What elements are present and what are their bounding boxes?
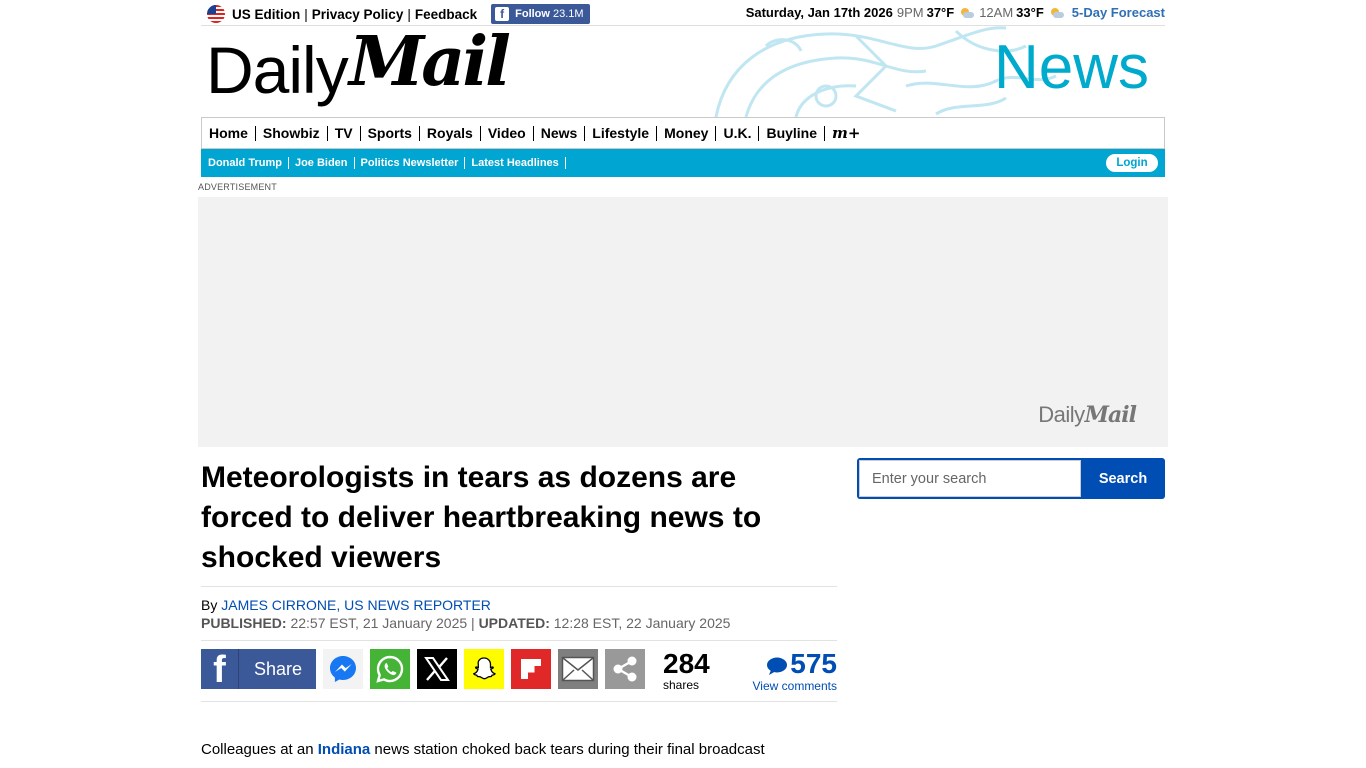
weather-icon [959, 7, 975, 19]
comments-link[interactable]: 575 View comments [752, 648, 837, 694]
nav-item-money[interactable]: Money [657, 125, 717, 141]
share-count: 284 shares [663, 648, 710, 693]
follow-count: 23.1M [552, 8, 584, 20]
privacy-policy-link[interactable]: Privacy Policy [312, 7, 404, 22]
nav-item-news[interactable]: News [534, 125, 586, 141]
comment-count: 575 [790, 648, 837, 679]
article-dates: PUBLISHED: 22:57 EST, 21 January 2025 | … [201, 615, 730, 631]
ad-logo: DailyMail [1038, 402, 1137, 428]
logo-daily[interactable]: Daily [206, 32, 349, 108]
messenger-share-button[interactable] [323, 649, 363, 689]
masthead: Daily Mail News [201, 26, 1165, 117]
ad-logo-mail: Mail [1084, 402, 1137, 428]
article-headline: Meteorologists in tears as dozens are fo… [201, 461, 762, 574]
view-comments-label: View comments [752, 679, 837, 693]
nav-item-uk[interactable]: U.K. [716, 125, 760, 141]
subnav-item-politics-newsletter[interactable]: Politics Newsletter [355, 157, 466, 169]
five-day-forecast-link[interactable]: 5-Day Forecast [1072, 5, 1165, 20]
search-button[interactable]: Search [1081, 458, 1165, 499]
main-nav: Home Showbiz TV Sports Royals Video News… [201, 117, 1165, 149]
comment-icon [767, 657, 788, 675]
nav-item-sports[interactable]: Sports [361, 125, 420, 141]
byline-by: By [201, 597, 218, 613]
email-share-button[interactable] [558, 649, 598, 689]
forecast-temp-1: 37°F [926, 5, 955, 20]
search-input[interactable]: Enter your search [859, 460, 1081, 497]
updated-label: UPDATED: [478, 615, 550, 631]
article-body-paragraph: Colleagues at an Indiana news station ch… [201, 740, 801, 760]
search-box: Enter your search Search [857, 458, 1165, 499]
updated-date: 12:28 EST, 22 January 2025 [553, 615, 731, 631]
body-text-start: Colleagues at an [201, 741, 318, 758]
nav-item-home[interactable]: Home [208, 125, 256, 141]
flipboard-icon [521, 659, 541, 679]
ad-logo-daily: Daily [1038, 402, 1085, 427]
nav-item-showbiz[interactable]: Showbiz [256, 125, 328, 141]
nav-item-tv[interactable]: TV [328, 125, 361, 141]
whatsapp-icon [376, 655, 404, 683]
top-bar: US Edition | Privacy Policy | Feedback f… [201, 0, 1165, 26]
sub-nav: Donald Trump Joe Biden Politics Newslett… [201, 149, 1165, 177]
subnav-item-joe-biden[interactable]: Joe Biden [289, 157, 355, 169]
share-label: Share [254, 658, 303, 679]
facebook-icon: f [201, 649, 239, 689]
messenger-icon [330, 656, 356, 682]
share-icon [613, 656, 637, 682]
snapchat-icon [472, 657, 496, 680]
subnav-item-latest-headlines[interactable]: Latest Headlines [465, 157, 566, 169]
author-link[interactable]: JAMES CIRRONE, US NEWS REPORTER [221, 597, 491, 613]
forecast-time-2: 12AM [979, 5, 1014, 20]
x-share-button[interactable] [417, 649, 457, 689]
current-date: Saturday, Jan 17th 2026 [745, 5, 893, 20]
forecast-temp-2: 33°F [1016, 5, 1044, 20]
divider [201, 701, 837, 702]
published-label: PUBLISHED: [201, 615, 287, 631]
channel-title[interactable]: News [994, 32, 1149, 103]
follow-label: Follow [515, 8, 550, 20]
login-button[interactable]: Login [1106, 154, 1158, 172]
facebook-icon: f [495, 7, 510, 21]
weather-icon [1049, 7, 1064, 19]
facebook-follow-button[interactable]: f Follow 23.1M [491, 4, 590, 24]
separator: | [407, 6, 411, 22]
whatsapp-share-button[interactable] [370, 649, 410, 689]
feedback-link[interactable]: Feedback [415, 7, 477, 22]
more-share-button[interactable] [605, 649, 645, 689]
forecast-time-1: 9PM [896, 5, 924, 20]
email-icon [561, 656, 595, 682]
logo-mail[interactable]: Mail [349, 26, 511, 102]
snapchat-share-button[interactable] [464, 649, 504, 689]
share-count-label: shares [663, 678, 700, 692]
us-flag-icon[interactable] [207, 5, 225, 23]
nav-item-royals[interactable]: Royals [420, 125, 481, 141]
separator: | [304, 6, 308, 22]
nav-item-mplus[interactable]: m+ [825, 124, 860, 142]
nav-item-buyline[interactable]: Buyline [759, 125, 826, 141]
nav-item-lifestyle[interactable]: Lifestyle [585, 125, 658, 141]
body-text-rest: news station choked back tears during th… [370, 741, 765, 758]
indiana-link[interactable]: Indiana [318, 741, 371, 758]
published-date: 22:57 EST, 21 January 2025 [290, 615, 468, 631]
nav-item-video[interactable]: Video [481, 125, 534, 141]
divider [201, 586, 837, 587]
date-separator: | [471, 615, 475, 631]
advertisement-banner[interactable]: DailyMail [198, 197, 1168, 447]
divider [201, 640, 837, 641]
byline: By JAMES CIRRONE, US NEWS REPORTER [201, 597, 491, 613]
advertisement-label: ADVERTISEMENT [198, 182, 277, 192]
flipboard-share-button[interactable] [511, 649, 551, 689]
x-icon [424, 657, 450, 681]
facebook-share-button[interactable]: f Share [201, 649, 316, 689]
share-bar: f Share [201, 649, 645, 689]
edition-link[interactable]: US Edition [232, 7, 300, 22]
share-count-number: 284 [663, 648, 710, 679]
subnav-item-donald-trump[interactable]: Donald Trump [208, 157, 289, 169]
